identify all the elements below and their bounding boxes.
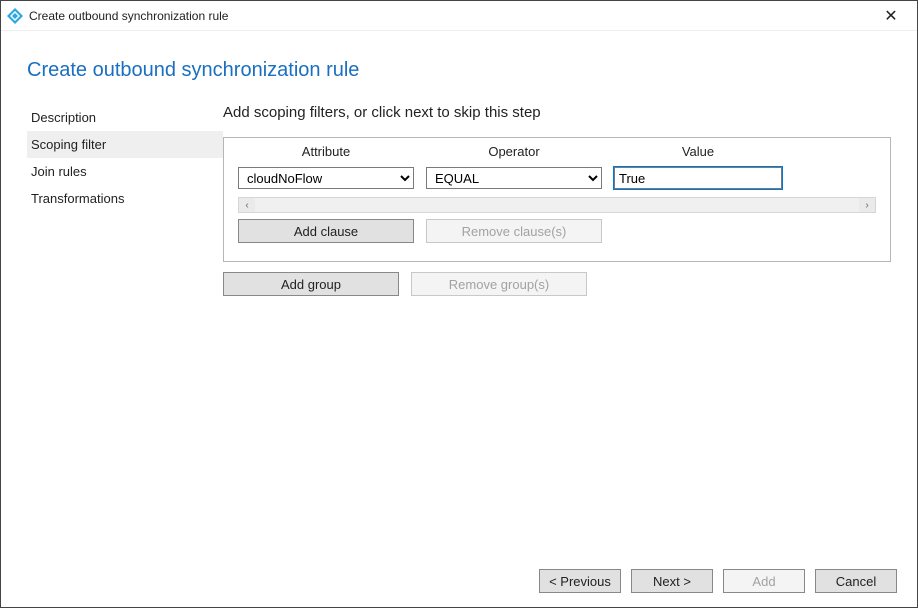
close-button[interactable]: ✕ <box>871 2 911 30</box>
close-icon: ✕ <box>884 6 897 26</box>
add-clause-button[interactable]: Add clause <box>238 219 414 243</box>
group-button-row: Add group Remove group(s) <box>223 262 891 296</box>
chevron-right-icon: › <box>865 200 868 211</box>
filter-row: cloudNoFlow EQUAL <box>224 165 890 197</box>
sidebar-item-label: Scoping filter <box>31 137 106 152</box>
wizard-sidebar: Description Scoping filter Join rules Tr… <box>27 104 223 296</box>
operator-select[interactable]: EQUAL <box>426 167 602 189</box>
sidebar-item-label: Transformations <box>31 191 124 206</box>
previous-button[interactable]: < Previous <box>539 569 621 593</box>
main-panel: Add scoping filters, or click next to sk… <box>223 104 891 296</box>
sidebar-item-transformations[interactable]: Transformations <box>27 185 223 212</box>
cancel-button[interactable]: Cancel <box>815 569 897 593</box>
remove-group-button: Remove group(s) <box>411 272 587 296</box>
sidebar-item-description[interactable]: Description <box>27 104 223 131</box>
scroll-right-button[interactable]: › <box>859 198 875 212</box>
chevron-left-icon: ‹ <box>245 200 248 211</box>
column-header-operator: Operator <box>426 144 602 159</box>
scoping-filter-panel: Attribute Operator Value cloudNoFlow EQU… <box>223 137 891 262</box>
clause-button-row: Add clause Remove clause(s) <box>224 219 890 253</box>
value-input[interactable] <box>614 167 782 189</box>
column-header-attribute: Attribute <box>238 144 414 159</box>
content-area: Description Scoping filter Join rules Tr… <box>1 82 917 296</box>
scroll-left-button[interactable]: ‹ <box>239 198 255 212</box>
remove-clause-button: Remove clause(s) <box>426 219 602 243</box>
horizontal-scrollbar[interactable]: ‹ › <box>238 197 876 213</box>
sidebar-item-scoping-filter[interactable]: Scoping filter <box>27 131 223 158</box>
titlebar-text: Create outbound synchronization rule <box>29 9 871 23</box>
sidebar-item-label: Description <box>31 110 96 125</box>
add-button: Add <box>723 569 805 593</box>
filter-column-headers: Attribute Operator Value <box>224 138 890 165</box>
sidebar-item-label: Join rules <box>31 164 87 179</box>
page-title: Create outbound synchronization rule <box>1 31 917 82</box>
add-group-button[interactable]: Add group <box>223 272 399 296</box>
step-title: Add scoping filters, or click next to sk… <box>223 104 891 121</box>
titlebar: Create outbound synchronization rule ✕ <box>1 1 917 31</box>
attribute-select[interactable]: cloudNoFlow <box>238 167 414 189</box>
column-header-value: Value <box>614 144 782 159</box>
app-icon <box>7 8 23 24</box>
wizard-footer: < Previous Next > Add Cancel <box>1 555 917 607</box>
next-button[interactable]: Next > <box>631 569 713 593</box>
sidebar-item-join-rules[interactable]: Join rules <box>27 158 223 185</box>
